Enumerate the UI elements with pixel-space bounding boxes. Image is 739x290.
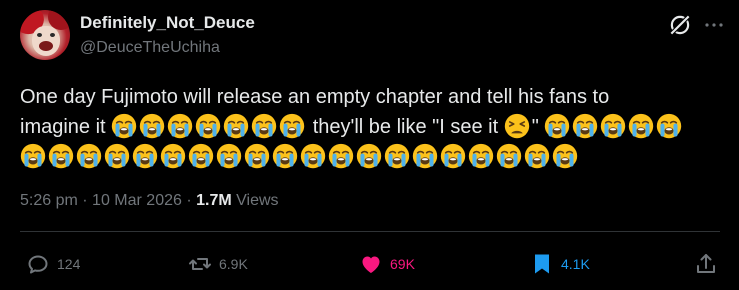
loudly-crying-face-emoji <box>524 143 550 169</box>
tweet-text-line-1: One day Fujimoto will release an empty c… <box>20 86 610 108</box>
loudly-crying-face-emoji <box>629 113 654 139</box>
author-handle[interactable]: @DeuceTheUchiha <box>80 39 220 57</box>
tired-face-emoji <box>504 113 529 139</box>
like-button[interactable]: 69K <box>359 250 415 278</box>
loudly-crying-face-emoji <box>244 143 270 169</box>
reply-count: 124 <box>57 256 81 272</box>
loudly-crying-face-emoji <box>160 143 186 169</box>
crying-emoji-group <box>544 113 684 139</box>
tweet-text-segment: they'll be like "I see it <box>312 116 499 138</box>
loudly-crying-face-emoji <box>545 113 570 139</box>
loudly-crying-face-emoji <box>272 143 298 169</box>
reply-button[interactable]: 124 <box>26 250 80 278</box>
loudly-crying-face-emoji <box>167 113 193 139</box>
loudly-crying-face-emoji <box>440 143 466 169</box>
bookmark-count: 4.1K <box>561 256 590 272</box>
loudly-crying-face-emoji <box>111 113 137 139</box>
loudly-crying-face-emoji <box>573 113 598 139</box>
loudly-crying-face-emoji <box>279 113 305 139</box>
like-count: 69K <box>390 256 415 272</box>
author-display-name[interactable]: Definitely_Not_Deuce <box>80 13 255 33</box>
loudly-crying-face-emoji <box>601 113 626 139</box>
loudly-crying-face-emoji <box>384 143 410 169</box>
post-time[interactable]: 5:26 pm <box>20 192 78 209</box>
crying-emoji-group <box>111 113 307 139</box>
loudly-crying-face-emoji <box>468 143 494 169</box>
loudly-crying-face-emoji <box>328 143 354 169</box>
meta-separator: · <box>82 192 88 209</box>
share-button[interactable] <box>694 250 725 278</box>
tired-emoji-group <box>504 113 532 139</box>
grok-icon[interactable] <box>667 12 693 38</box>
loudly-crying-face-emoji <box>657 113 682 139</box>
loudly-crying-face-emoji <box>251 113 277 139</box>
views-count[interactable]: 1.7M <box>196 192 232 209</box>
loudly-crying-face-emoji <box>195 113 221 139</box>
loudly-crying-face-emoji <box>496 143 522 169</box>
tweet-text-line-2: imagine it they'll be like "I see it " <box>20 112 720 142</box>
repost-count: 6.9K <box>219 256 248 272</box>
more-options-icon[interactable] <box>702 12 726 38</box>
loudly-crying-face-emoji <box>552 143 578 169</box>
loudly-crying-face-emoji <box>223 113 249 139</box>
loudly-crying-face-emoji <box>76 143 102 169</box>
views-label: Views <box>236 192 279 209</box>
repost-icon <box>189 258 211 270</box>
loudly-crying-face-emoji <box>104 143 130 169</box>
loudly-crying-face-emoji <box>216 143 242 169</box>
loudly-crying-face-emoji <box>300 143 326 169</box>
avatar[interactable] <box>20 10 70 60</box>
bookmark-icon <box>535 254 549 274</box>
tweet-text-segment: imagine it <box>20 116 106 138</box>
repost-button[interactable]: 6.9K <box>188 250 248 278</box>
post-date[interactable]: 10 Mar 2026 <box>92 192 182 209</box>
crying-emoji-group <box>20 143 580 169</box>
loudly-crying-face-emoji <box>20 143 46 169</box>
loudly-crying-face-emoji <box>356 143 382 169</box>
loudly-crying-face-emoji <box>139 113 165 139</box>
tweet-meta: 5:26 pm · 10 Mar 2026 · 1.7M Views <box>20 192 279 210</box>
tweet-text: One day Fujimoto will release an empty c… <box>20 82 720 172</box>
reply-icon <box>28 255 48 274</box>
bookmark-button[interactable]: 4.1K <box>530 250 590 278</box>
loudly-crying-face-emoji <box>132 143 158 169</box>
share-icon <box>697 254 715 273</box>
tweet-text-segment: " <box>531 116 539 138</box>
tweet: Definitely_Not_Deuce @DeuceTheUchiha One… <box>0 0 739 290</box>
heart-icon <box>362 256 380 273</box>
tweet-text-line-3 <box>20 142 720 172</box>
divider <box>20 231 720 232</box>
loudly-crying-face-emoji <box>48 143 74 169</box>
meta-separator: · <box>186 192 192 209</box>
loudly-crying-face-emoji <box>188 143 214 169</box>
loudly-crying-face-emoji <box>412 143 438 169</box>
